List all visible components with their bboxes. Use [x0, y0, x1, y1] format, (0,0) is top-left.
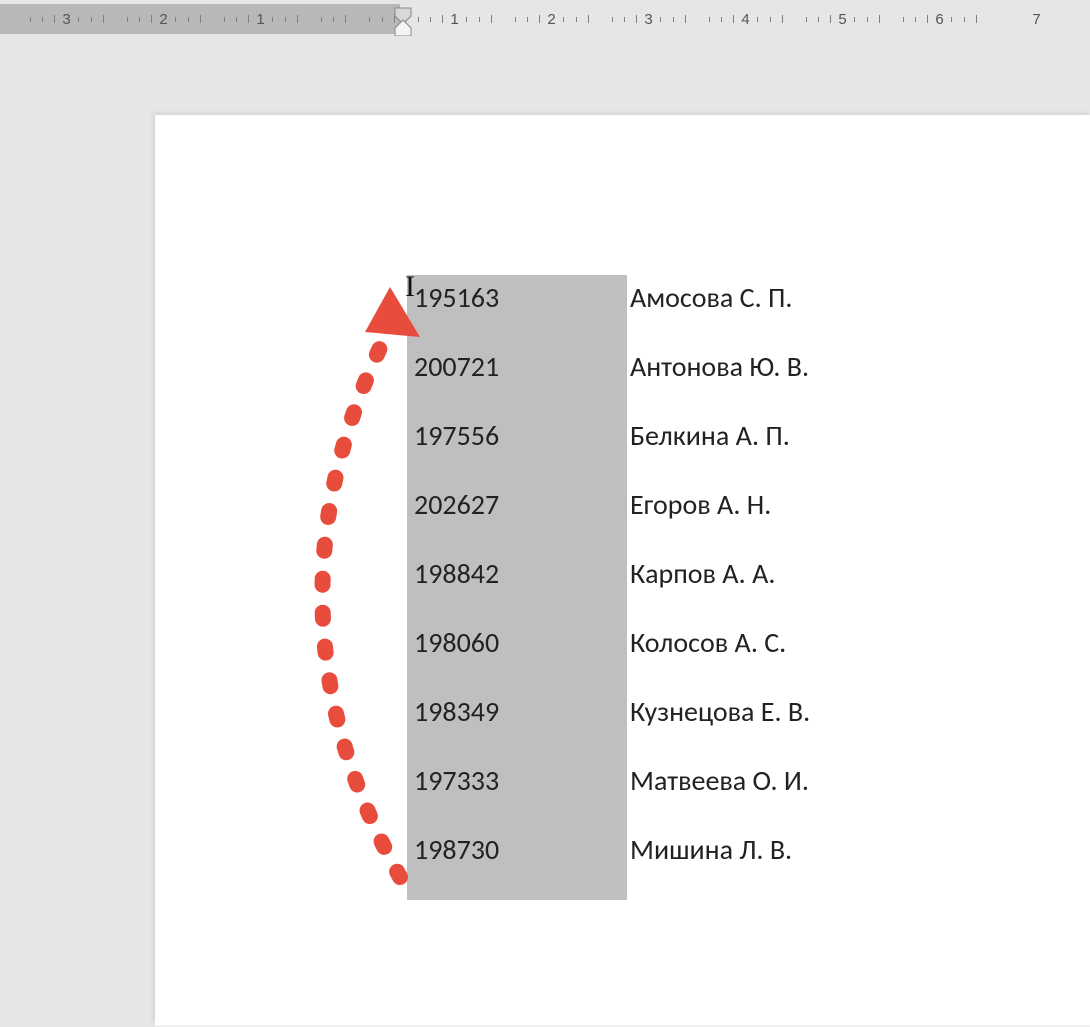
name-cell: Антонова Ю. В.	[630, 349, 809, 384]
annotation-arrow-icon	[220, 287, 420, 912]
ruler-label: 2	[547, 11, 555, 28]
ruler-label: 4	[741, 11, 749, 28]
name-cell: Кузнецова Е. В.	[630, 694, 810, 729]
indent-marker-icon[interactable]	[393, 6, 413, 36]
list-row[interactable]: 200721 Антонова Ю. В.	[410, 349, 1090, 418]
ruler-label: 1	[450, 11, 458, 28]
name-cell: Колосов А. С.	[630, 625, 786, 660]
horizontal-ruler[interactable]: 3 2 1 1 2 3	[0, 4, 1090, 34]
list-row[interactable]: 198842 Карпов А. А.	[410, 556, 1090, 625]
text-cursor-icon: I	[405, 270, 415, 304]
ruler-label: 6	[935, 11, 943, 28]
name-cell: Карпов А. А.	[630, 556, 776, 591]
ruler-label: 3	[644, 11, 652, 28]
id-cell: 197333	[410, 763, 630, 798]
name-cell: Егоров А. Н.	[630, 487, 771, 522]
id-cell: 198842	[410, 556, 630, 591]
list-row[interactable]: 195163 Амосова С. П.	[410, 280, 1090, 349]
name-cell: Белкина А. П.	[630, 418, 790, 453]
id-cell: 195163	[410, 280, 630, 315]
list-row[interactable]: 198060 Колосов А. С.	[410, 625, 1090, 694]
id-cell: 198060	[410, 625, 630, 660]
id-cell: 197556	[410, 418, 630, 453]
ruler-label: 7	[1032, 11, 1040, 28]
name-cell: Амосова С. П.	[630, 280, 792, 315]
document-page[interactable]: I 195163 Амосова С. П. 200721 Антонова Ю…	[155, 115, 1090, 1025]
id-cell: 200721	[410, 349, 630, 384]
list-row[interactable]: 197556 Белкина А. П.	[410, 418, 1090, 487]
id-cell: 198730	[410, 832, 630, 867]
data-list: 195163 Амосова С. П. 200721 Антонова Ю. …	[410, 280, 1090, 901]
ruler-label: 2	[159, 11, 167, 28]
left-gutter	[0, 130, 155, 1027]
ruler-label: 1	[256, 11, 264, 28]
list-row[interactable]: 202627 Егоров А. Н.	[410, 487, 1090, 556]
ruler-label: 5	[838, 11, 846, 28]
list-row[interactable]: 198730 Мишина Л. В.	[410, 832, 1090, 901]
ruler-area: 3 2 1 1 2 3	[0, 0, 1090, 130]
list-row[interactable]: 198349 Кузнецова Е. В.	[410, 694, 1090, 763]
name-cell: Матвеева О. И.	[630, 763, 809, 798]
name-cell: Мишина Л. В.	[630, 832, 792, 867]
list-row[interactable]: 197333 Матвеева О. И.	[410, 763, 1090, 832]
id-cell: 198349	[410, 694, 630, 729]
id-cell: 202627	[410, 487, 630, 522]
ruler-label: 3	[62, 11, 70, 28]
